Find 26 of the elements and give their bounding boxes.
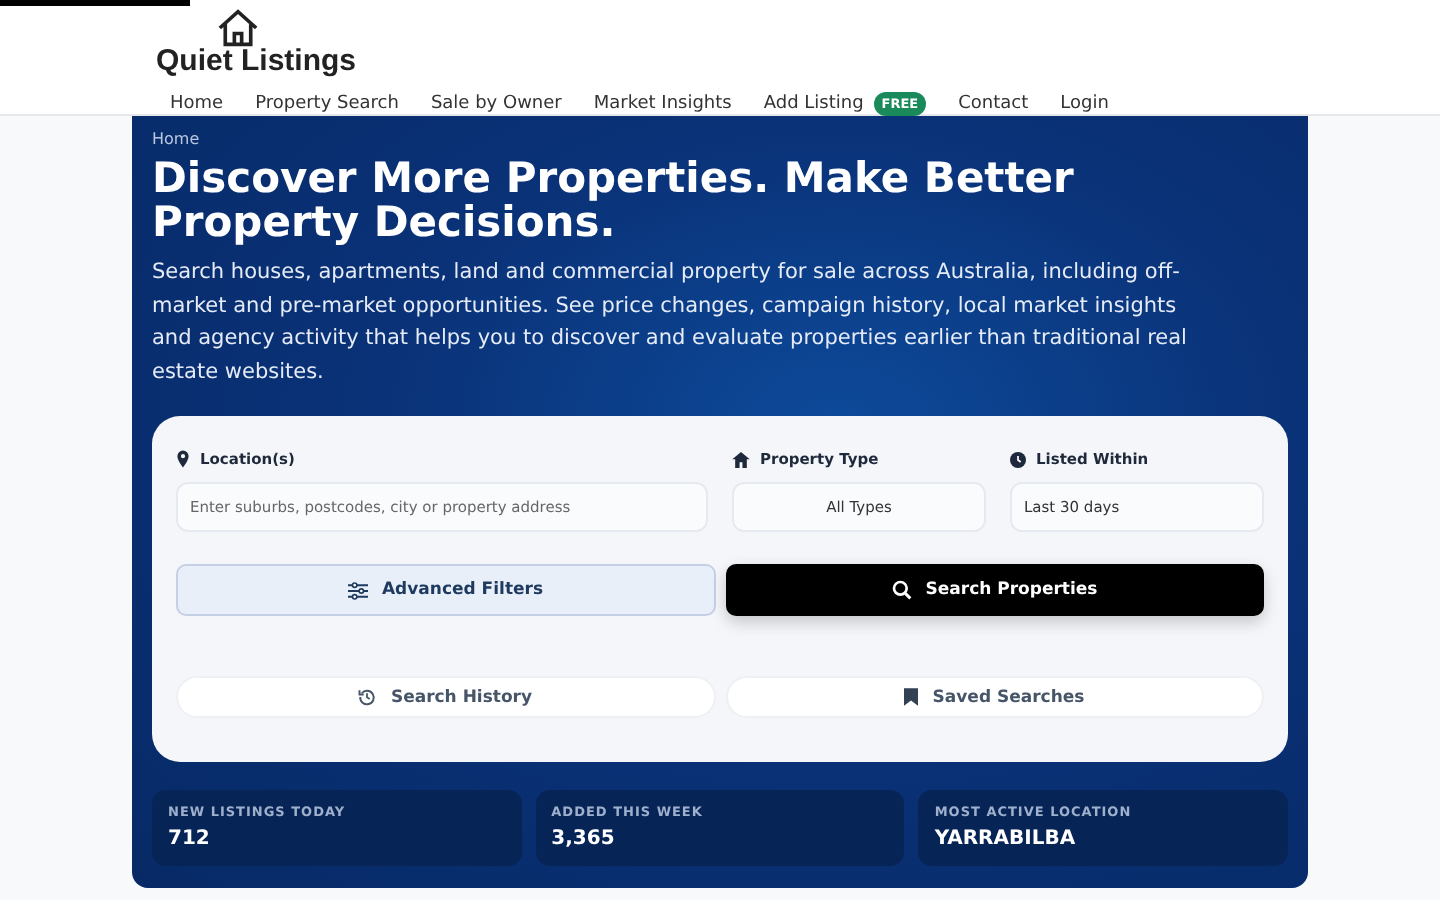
sliders-icon [347,581,368,599]
nav-link[interactable]: Add Listing [763,94,864,114]
search-button[interactable]: Search Properties [725,564,1264,616]
house-icon [732,451,750,467]
stat-value: YARRABILBA [934,828,1078,850]
bookmark-icon [904,688,919,706]
history-icon [358,688,377,706]
search-history-button[interactable]: Search History [176,676,715,718]
saved-searches-button[interactable]: Saved Searches [725,676,1264,718]
search-icon [891,580,912,600]
stat-value: 3,365 [551,828,617,850]
breadcrumb-link[interactable]: Home [152,130,1288,148]
nav-link[interactable]: Property Search [255,94,399,114]
pin-icon [176,450,190,468]
nav-link[interactable]: Contact [958,94,1029,114]
nav-link[interactable]: Home [170,94,224,114]
clock-icon [1010,451,1026,467]
nav-link[interactable]: Sale by Owner [430,94,562,114]
logo[interactable]: Quiet Listings [156,48,357,76]
hero-text: Search houses, apartments, land and commercial property for sale across Australia, including off-market and pre-market opportunities. See price changes, campaign history, local market insights and agency activity that helps you to discover and evaluate properties earlier than traditional real estate websites. [152,258,1189,387]
nav-link[interactable]: Market Insights [593,94,732,114]
house-icon [216,8,260,48]
stat-value: 712 [168,828,212,850]
hero-title: Discover More Properties. Make Better Property Decisions. [152,156,1076,244]
advanced-filters-button[interactable]: Advanced Filters [176,564,715,616]
nav-link[interactable]: Login [1060,94,1109,114]
